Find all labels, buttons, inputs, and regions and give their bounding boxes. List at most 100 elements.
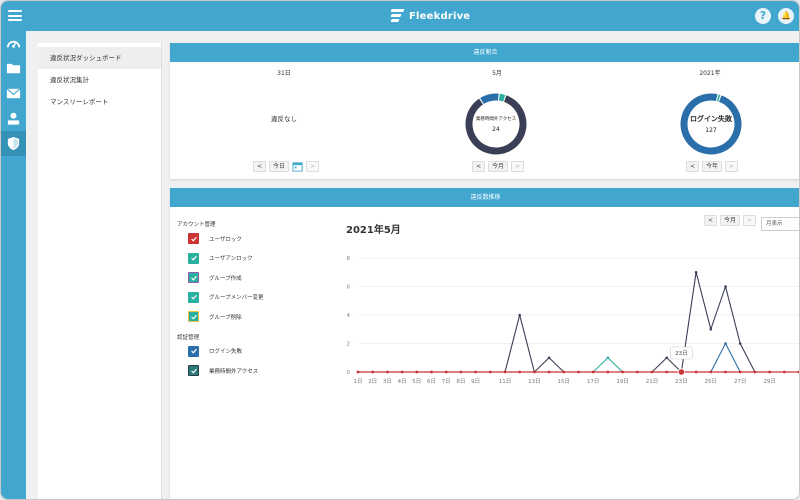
x-tick-label: 23日 — [675, 378, 688, 385]
data-point[interactable] — [444, 370, 448, 374]
data-point[interactable] — [724, 285, 727, 288]
legend-item[interactable]: 業務時間外アクセス — [188, 365, 258, 376]
data-point[interactable] — [665, 356, 668, 360]
submenu-item-monthly-report[interactable]: マンスリーレポート — [38, 91, 161, 113]
monthly-this-month-button[interactable]: 今月 — [488, 161, 509, 172]
data-point[interactable] — [724, 370, 727, 374]
data-point[interactable] — [518, 370, 522, 374]
dashboard-gauge-icon[interactable] — [6, 36, 21, 51]
daily-next-button[interactable]: > — [306, 161, 320, 172]
monthly-donut-slice-2[interactable] — [498, 93, 506, 102]
mail-icon[interactable] — [6, 86, 21, 101]
check-icon — [190, 255, 197, 261]
help-icon[interactable]: ? — [755, 8, 771, 24]
trend-period-nav: < 今月 > — [704, 215, 757, 226]
notification-bell-icon[interactable]: 🔔 — [778, 8, 794, 24]
data-point[interactable] — [356, 370, 360, 374]
display-mode-select[interactable]: 月表示 — [761, 217, 799, 231]
x-tick-label: 1日 — [354, 378, 363, 385]
data-point[interactable] — [606, 356, 610, 360]
calendar-icon[interactable] — [292, 161, 303, 172]
data-point[interactable] — [782, 370, 786, 374]
legend-checkbox[interactable] — [188, 291, 199, 303]
data-point[interactable] — [738, 342, 742, 345]
legend-item[interactable]: ログイン失敗 — [188, 345, 242, 357]
daily-today-button[interactable]: 今日 — [269, 161, 290, 172]
tooltip-text: 23日 — [675, 350, 688, 357]
monthly-next-button[interactable]: > — [511, 161, 525, 172]
data-point[interactable] — [503, 370, 507, 374]
data-point[interactable] — [635, 370, 639, 374]
data-point[interactable] — [415, 370, 419, 374]
data-point[interactable] — [709, 370, 713, 374]
x-tick-label: 27日 — [734, 378, 747, 385]
data-point[interactable] — [577, 370, 580, 374]
data-point[interactable] — [724, 342, 727, 345]
submenu-item-violation-summary[interactable]: 違反状況集計 — [38, 69, 161, 91]
trend-next-button[interactable]: > — [743, 215, 757, 226]
data-point[interactable] — [459, 370, 463, 374]
data-point[interactable] — [738, 370, 742, 374]
legend-item[interactable]: ユーザアンロック — [188, 252, 253, 264]
monthly-prev-button[interactable]: < — [472, 161, 486, 172]
x-tick-label: 19日 — [616, 378, 629, 385]
legend-checkbox[interactable] — [188, 345, 199, 357]
data-point[interactable] — [768, 370, 771, 374]
monthly-donut-label: 業務時間外アクセス — [475, 117, 517, 122]
trend-this-month-button[interactable]: 今月 — [720, 215, 741, 226]
legend-item[interactable]: グループ削除 — [188, 311, 242, 322]
data-point[interactable] — [591, 370, 595, 374]
monthly-donut-slice-1[interactable] — [480, 93, 499, 105]
check-icon — [190, 236, 197, 242]
yearly-this-year-button[interactable]: 今年 — [702, 161, 723, 172]
data-point[interactable] — [547, 356, 551, 360]
legend-item[interactable]: グループメンバー変更 — [188, 291, 264, 303]
shield-icon[interactable] — [6, 136, 21, 151]
legend-item[interactable]: ユーザロック — [188, 233, 242, 244]
highlighted-point[interactable] — [677, 368, 685, 376]
legend-item[interactable]: グループ作成 — [188, 272, 242, 283]
data-point[interactable] — [518, 313, 521, 317]
data-point[interactable] — [753, 370, 757, 374]
yearly-prev-button[interactable]: < — [686, 161, 700, 172]
yearly-period-nav: < 今年 > — [686, 161, 739, 172]
yearly-next-button[interactable]: > — [725, 161, 739, 172]
data-point[interactable] — [430, 370, 433, 374]
data-point[interactable] — [488, 370, 492, 374]
data-point[interactable] — [386, 370, 389, 374]
legend-checkbox[interactable] — [188, 365, 199, 376]
legend-checkbox[interactable] — [188, 311, 199, 322]
brand-name: Fleekdrive — [409, 10, 471, 22]
legend-checkbox[interactable] — [188, 272, 199, 283]
trend-prev-button[interactable]: < — [704, 215, 718, 226]
data-point[interactable] — [400, 370, 404, 374]
folder-icon[interactable] — [6, 61, 21, 76]
data-point[interactable] — [474, 370, 477, 374]
x-tick-label: 25日 — [705, 378, 718, 385]
data-point[interactable] — [694, 270, 698, 274]
legend-checkbox[interactable] — [188, 252, 199, 264]
series-line — [504, 272, 756, 373]
data-point[interactable] — [371, 370, 375, 374]
y-tick-label: 8 — [347, 256, 351, 262]
daily-period-nav: < 今日 > — [253, 161, 320, 172]
x-tick-label: 9日 — [471, 378, 480, 385]
user-icon[interactable] — [6, 111, 21, 126]
data-point[interactable] — [621, 370, 624, 374]
series-line — [710, 343, 741, 373]
data-point[interactable] — [547, 370, 551, 374]
data-point[interactable] — [665, 370, 669, 374]
legend-checkbox[interactable] — [188, 233, 199, 244]
x-tick-label: 6日 — [427, 378, 436, 385]
data-point[interactable] — [606, 370, 610, 374]
data-point[interactable] — [533, 370, 536, 374]
x-tick-label: 29日 — [763, 378, 776, 385]
data-point[interactable] — [562, 370, 566, 374]
data-point[interactable] — [709, 327, 713, 331]
x-tick-label: 17日 — [587, 378, 600, 385]
data-point[interactable] — [650, 370, 654, 374]
submenu-item-violation-dashboard[interactable]: 違反状況ダッシュボード — [38, 47, 161, 69]
hamburger-menu-icon[interactable] — [8, 10, 22, 21]
data-point[interactable] — [694, 370, 698, 374]
daily-prev-button[interactable]: < — [253, 161, 267, 172]
